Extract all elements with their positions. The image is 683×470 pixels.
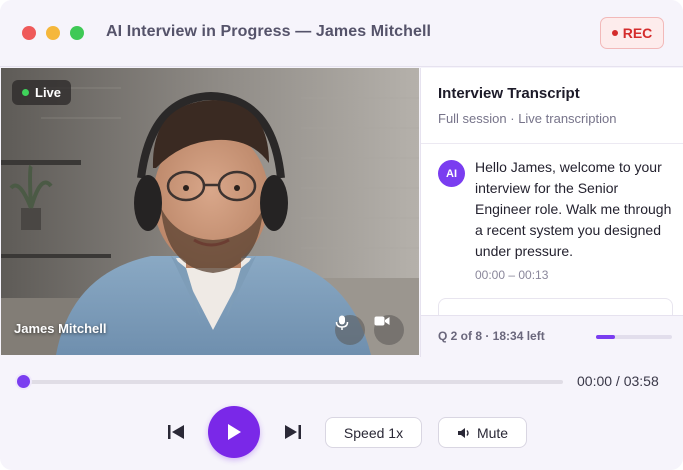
transcript-header: Interview Transcript Full session · Live… [421,68,683,144]
transcript-subtitle: Full session · Live transcription [438,111,617,126]
video-feed[interactable]: Live James Mitchell [1,68,419,355]
skip-next-icon [285,425,301,439]
mute-label: Mute [476,424,509,441]
microphone-icon [335,315,349,330]
video-camera-icon [374,316,390,326]
camera-button[interactable] [374,315,404,345]
maximize-window-button[interactable] [70,26,84,40]
minimize-window-button[interactable] [46,26,60,40]
window-title: AI Interview in Progress — James Mitchel… [106,23,432,40]
question-progress-bar [596,335,672,339]
live-label: Live [35,85,62,100]
play-icon [228,424,241,440]
recording-label: REC [622,25,653,41]
ai-avatar: AI [438,160,465,187]
participant-name: James Mitchell [14,321,107,336]
recording-badge: REC [600,17,664,49]
question-progress-footer: Q 2 of 8 · 18:34 left [421,315,683,357]
live-badge: Live [12,80,72,105]
next-button[interactable] [281,421,305,443]
app-window: AI Interview in Progress — James Mitchel… [0,0,683,470]
mute-button[interactable]: Mute [438,417,527,448]
previous-button[interactable] [164,421,188,443]
recording-dot-icon [611,30,618,36]
speed-label: Speed 1x [343,424,404,441]
playback-time: 00:00 / 03:58 [577,373,659,389]
video-frame-image [1,68,419,355]
transcript-title: Interview Transcript [438,85,580,102]
question-progress-fill [596,335,615,339]
playback-scrubber[interactable] [24,380,563,384]
live-dot-icon [22,89,29,96]
question-status: Q 2 of 8 · 18:34 left [438,329,545,343]
speed-button[interactable]: Speed 1x [325,417,422,448]
transcript-message: Hello James, welcome to your interview f… [475,159,672,259]
microphone-button[interactable] [335,315,365,345]
message-timestamp: 00:00 – 00:13 [475,268,549,282]
transcript-panel: Interview Transcript Full session · Live… [420,68,683,357]
play-button[interactable] [208,406,260,458]
speaker-icon [457,427,469,438]
close-window-button[interactable] [22,26,36,40]
skip-previous-icon [168,425,184,439]
title-bar: AI Interview in Progress — James Mitchel… [0,0,683,67]
scrubber-thumb[interactable] [15,373,32,390]
